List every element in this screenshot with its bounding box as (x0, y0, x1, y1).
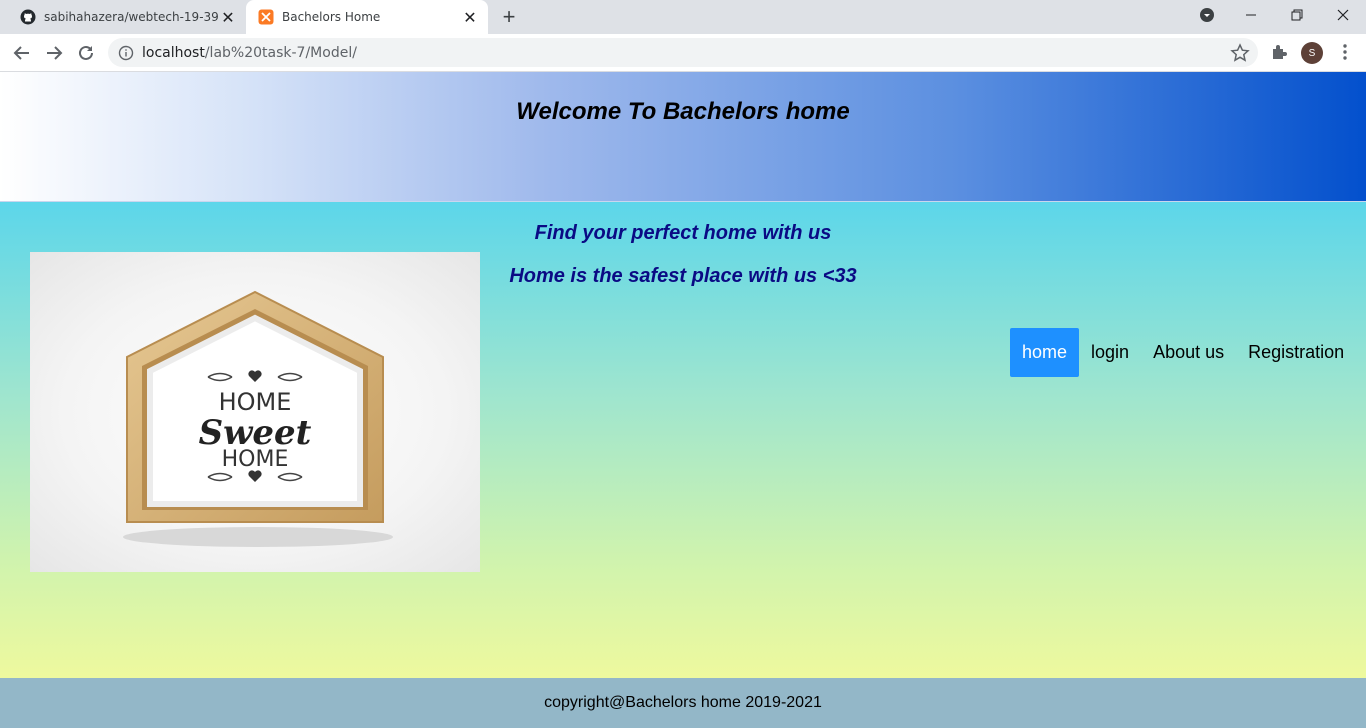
web-page: Welcome To Bachelors home Find your perf… (0, 72, 1366, 728)
browser-tab-github[interactable]: sabihahazera/webtech-19-39671 ✕ (8, 0, 246, 34)
bookmark-star-icon[interactable] (1230, 43, 1250, 63)
home-sweet-home-image: HOME Sweet HOME (30, 252, 480, 572)
close-tab-icon[interactable]: ✕ (460, 7, 480, 27)
more-menu-icon[interactable] (1334, 41, 1356, 63)
forward-arrow-icon[interactable] (41, 40, 67, 66)
site-info-icon[interactable] (118, 45, 134, 61)
tab-title: Bachelors Home (282, 10, 381, 24)
hero-text-home-top: HOME (219, 388, 292, 416)
restore-icon[interactable] (1274, 0, 1320, 30)
page-title: Welcome To Bachelors home (516, 98, 850, 125)
browser-toolbar: localhost/lab%20task-7/Model/ S (0, 34, 1366, 72)
close-tab-icon[interactable]: ✕ (218, 7, 238, 27)
tab-title: sabihahazera/webtech-19-39671 (44, 10, 218, 24)
copyright-text: copyright@Bachelors home 2019-2021 (544, 694, 822, 711)
url-text[interactable]: localhost/lab%20task-7/Model/ (142, 45, 357, 61)
browser-tab-strip: sabihahazera/webtech-19-39671 ✕ Bachelor… (0, 0, 1366, 34)
extensions-puzzle-icon[interactable] (1268, 41, 1290, 63)
nav-login[interactable]: login (1079, 328, 1141, 377)
reload-icon[interactable] (73, 40, 99, 66)
address-bar[interactable]: localhost/lab%20task-7/Model/ (108, 38, 1258, 67)
new-tab-icon[interactable]: + (498, 4, 520, 29)
site-footer: copyright@Bachelors home 2019-2021 (0, 678, 1366, 728)
profile-avatar[interactable]: S (1301, 42, 1323, 64)
nav-about-us[interactable]: About us (1141, 328, 1236, 377)
browser-tab-bachelors-home[interactable]: Bachelors Home ✕ (246, 0, 488, 34)
nav-registration[interactable]: Registration (1236, 328, 1356, 377)
hero-text-home-bottom: HOME (222, 447, 289, 472)
main-section: Find your perfect home with us Home is t… (0, 202, 1366, 678)
tab-search-icon[interactable] (1184, 0, 1230, 30)
github-icon (20, 9, 36, 25)
site-header: Welcome To Bachelors home (0, 72, 1366, 202)
xampp-icon (258, 9, 274, 25)
url-host: localhost (142, 44, 205, 61)
main-nav: home login About us Registration (1010, 328, 1356, 377)
url-path: /lab%20task-7/Model/ (204, 44, 357, 61)
back-arrow-icon[interactable] (9, 40, 35, 66)
tagline-primary: Find your perfect home with us (534, 222, 832, 244)
nav-home[interactable]: home (1010, 328, 1080, 377)
close-window-icon[interactable] (1320, 0, 1366, 30)
minimize-icon[interactable] (1228, 0, 1274, 30)
